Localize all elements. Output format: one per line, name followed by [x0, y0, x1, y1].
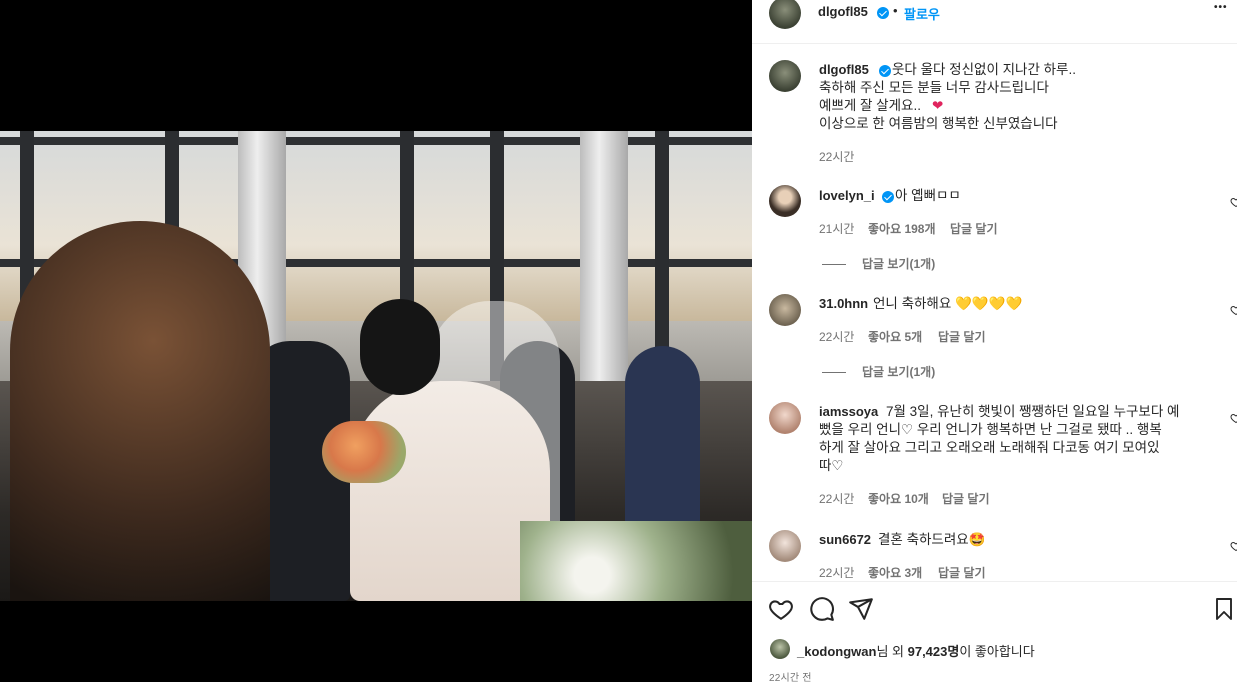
likes-summary[interactable]: _kodongwan님 외 97,423명이 좋아합니다 — [797, 641, 1035, 660]
view-replies-button[interactable]: 답글 보기(1개) — [822, 255, 935, 272]
comment-text-line-4: 따♡ — [819, 458, 844, 473]
liked-by-mid: 님 외 — [876, 644, 908, 659]
comment-like-heart-icon[interactable] — [1230, 540, 1237, 552]
commenter-avatar[interactable] — [769, 402, 801, 434]
caption-time[interactable]: 22시간 — [819, 148, 854, 165]
caption-line-4: 이상으로 한 여름밤의 행복한 신부였습니다 — [819, 116, 1058, 131]
comment-username[interactable]: 31.0hnn — [819, 296, 868, 311]
commenter-avatar[interactable] — [769, 530, 801, 562]
commenter-avatar[interactable] — [769, 185, 801, 217]
comment-likes[interactable]: 좋아요 198개 — [868, 220, 936, 237]
comment-text: 아 옙뻐ㅁㅁ — [895, 188, 961, 203]
caption-line-2: 축하해 주신 모든 분들 너무 감사드립니다 — [819, 80, 1049, 95]
author-avatar[interactable] — [769, 0, 801, 29]
like-heart-icon[interactable] — [768, 596, 794, 622]
liked-count[interactable]: 97,423명 — [908, 644, 960, 659]
view-replies-label: 답글 보기(1개) — [862, 257, 936, 271]
photo-bride-hair — [360, 299, 440, 395]
caption-line-3: 예쁘게 잘 살게요.. — [819, 98, 921, 113]
post-side-panel: dlgofl85 • 팔로우 ••• dlgofl85 웃다 울다 정신없이 지… — [752, 0, 1237, 682]
comment-time[interactable]: 21시간 — [819, 220, 854, 237]
photo-bouquet — [322, 421, 406, 483]
more-options-icon[interactable]: ••• — [1214, 2, 1228, 13]
photo-flowers — [520, 521, 752, 601]
comment-text: 결혼 축하드려요🤩 — [878, 532, 986, 547]
post-header: dlgofl85 • 팔로우 ••• — [752, 0, 1237, 44]
comment-likes[interactable]: 좋아요 5개 — [868, 328, 922, 345]
caption-avatar[interactable] — [769, 60, 801, 92]
photo-guest — [625, 346, 700, 526]
comment-likes[interactable]: 좋아요 3개 — [868, 564, 922, 581]
liked-by-avatar[interactable] — [770, 639, 790, 659]
replies-divider — [822, 264, 846, 266]
red-heart-emoji: ❤ — [932, 98, 944, 113]
comment-like-heart-icon[interactable] — [1230, 412, 1237, 424]
comment-username[interactable]: lovelyn_i — [819, 188, 875, 203]
view-replies-label: 답글 보기(1개) — [862, 365, 936, 379]
header-separator: • — [893, 3, 898, 18]
post-media-area — [0, 0, 752, 682]
comment-text-line-3: 하게 잘 살아요 그리고 오래오래 노래해줘 다코동 여기 모여있 — [819, 440, 1160, 455]
reply-button[interactable]: 답글 달기 — [942, 490, 990, 507]
comment-time[interactable]: 22시간 — [819, 328, 854, 345]
comment-username[interactable]: sun6672 — [819, 532, 871, 547]
view-replies-button[interactable]: 답글 보기(1개) — [822, 363, 935, 380]
verified-badge-icon — [877, 7, 889, 19]
follow-button[interactable]: 팔로우 — [904, 4, 940, 23]
comment-like-heart-icon[interactable] — [1230, 196, 1237, 208]
reply-button[interactable]: 답글 달기 — [938, 328, 986, 345]
share-send-icon[interactable] — [848, 596, 874, 622]
comment-bubble-icon[interactable] — [809, 596, 835, 622]
comment-likes[interactable]: 좋아요 10개 — [868, 490, 929, 507]
reply-button[interactable]: 답글 달기 — [938, 564, 986, 581]
post-timestamp[interactable]: 22시간 전 — [769, 669, 812, 682]
author-username[interactable]: dlgofl85 — [818, 4, 868, 19]
commenter-avatar[interactable] — [769, 294, 801, 326]
caption-text: 웃다 울다 정신없이 지나간 하루.. — [892, 62, 1076, 77]
photo-roof-beam — [0, 137, 752, 145]
comment-time[interactable]: 22시간 — [819, 490, 854, 507]
comment-time[interactable]: 22시간 — [819, 564, 854, 581]
post-photo[interactable] — [0, 131, 752, 601]
comment-like-heart-icon[interactable] — [1230, 304, 1237, 316]
verified-badge-icon — [879, 65, 891, 77]
caption-username[interactable]: dlgofl85 — [819, 62, 869, 77]
post-actions-bar: _kodongwan님 외 97,423명이 좋아합니다 22시간 전 — [752, 581, 1237, 682]
liked-by-suffix: 이 좋아합니다 — [959, 644, 1035, 659]
save-bookmark-icon[interactable] — [1212, 596, 1236, 622]
photo-foreground-guest — [10, 221, 270, 601]
comment-username[interactable]: iamssoya — [819, 404, 878, 419]
verified-badge-icon — [882, 191, 894, 203]
comment-text-line-2: 뻤을 우리 언니♡ 우리 언니가 행복하면 난 그걸로 됐따 .. 행복 — [819, 422, 1162, 437]
liked-by-username[interactable]: _kodongwan — [797, 644, 876, 659]
replies-divider — [822, 372, 846, 374]
reply-button[interactable]: 답글 달기 — [950, 220, 998, 237]
comment-text-line-1: 7월 3일, 유난히 햇빛이 쨍쨍하던 일요일 누구보다 예 — [886, 404, 1180, 419]
comment-text: 언니 축하해요 💛💛💛💛 — [873, 296, 1023, 311]
